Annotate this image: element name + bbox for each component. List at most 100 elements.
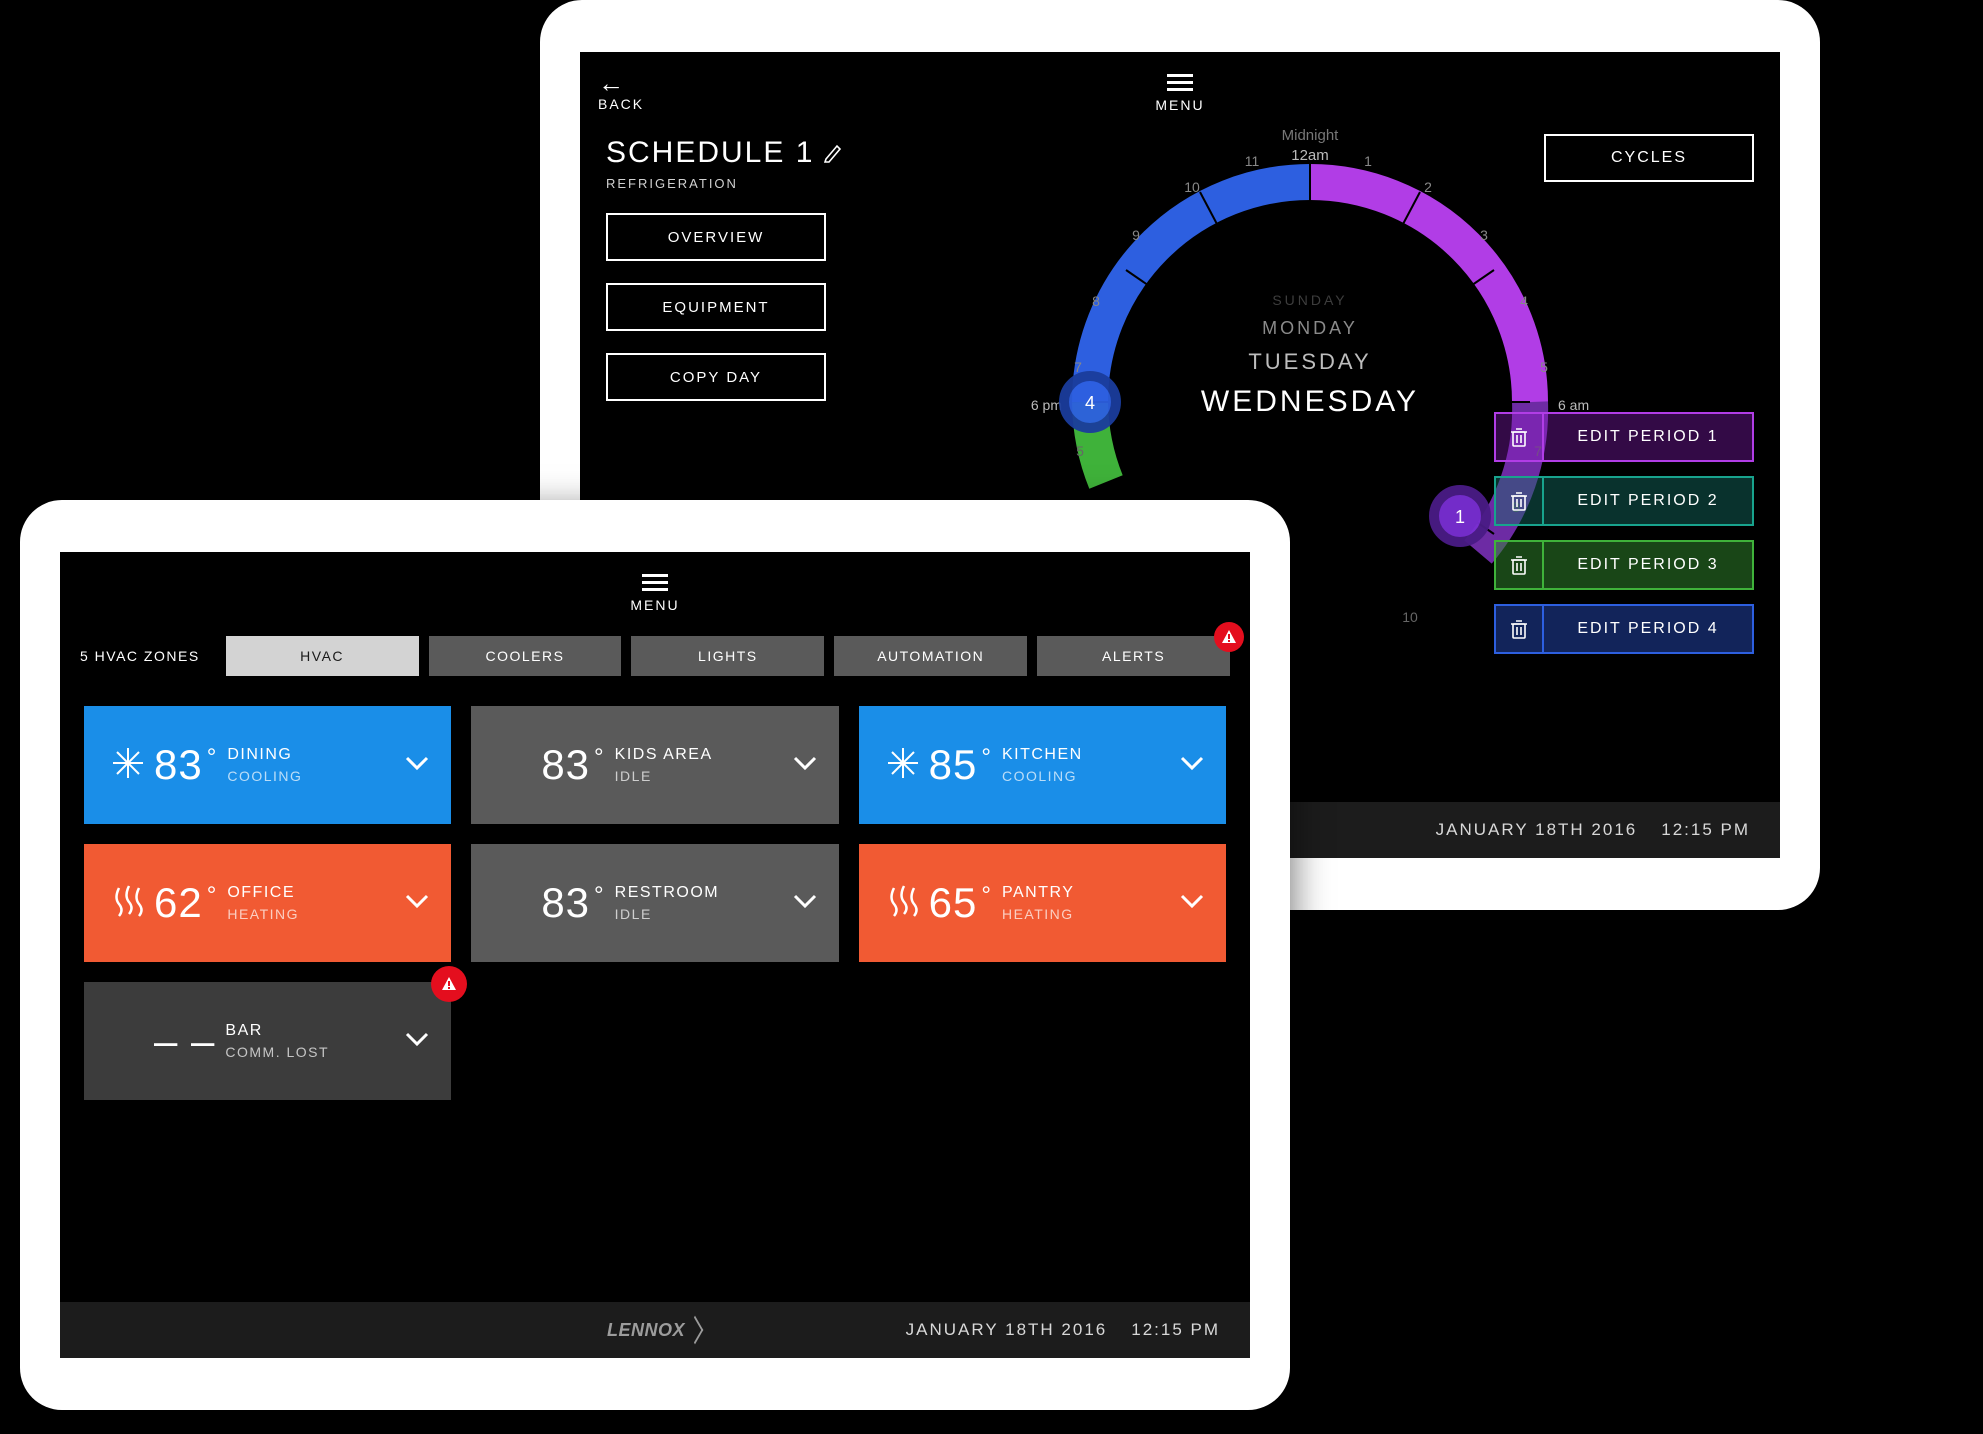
tabs-row: 5 HVAC ZONES HVACCOOLERSLIGHTSAUTOMATION… xyxy=(60,632,1250,686)
schedule-subtitle: REFRIGERATION xyxy=(606,176,866,191)
day-option[interactable]: SUNDAY xyxy=(1201,292,1419,308)
day-selected[interactable]: WEDNESDAY xyxy=(1201,385,1419,419)
status-time: 12:15 PM xyxy=(1131,1320,1220,1340)
zone-card-dining[interactable]: 83°DININGCOOLING xyxy=(84,706,451,824)
tablet-zones: MENU 5 HVAC ZONES HVACCOOLERSLIGHTSAUTOM… xyxy=(20,500,1290,1410)
svg-text:8: 8 xyxy=(1092,293,1100,309)
svg-text:4: 4 xyxy=(1085,393,1095,413)
day-option[interactable]: MONDAY xyxy=(1201,318,1419,339)
tab-automation[interactable]: AUTOMATION xyxy=(834,636,1027,676)
day-option[interactable]: TUESDAY xyxy=(1201,349,1419,375)
svg-text:6 pm: 6 pm xyxy=(1031,397,1062,413)
chevron-down-icon xyxy=(1180,889,1204,918)
zone-name: KITCHEN xyxy=(1002,746,1083,764)
zone-card-kids-area[interactable]: 83°KIDS AREAIDLE xyxy=(471,706,838,824)
delete-period-button[interactable] xyxy=(1496,478,1544,524)
heat-icon xyxy=(881,884,925,923)
back-button[interactable]: ← BACK xyxy=(598,70,644,112)
svg-text:6 am: 6 am xyxy=(1558,397,1589,413)
chevron-down-icon xyxy=(405,889,429,918)
back-arrow-icon: ← xyxy=(598,70,644,96)
zone-status: COOLING xyxy=(1002,768,1083,784)
cycles-button[interactable]: CYCLES xyxy=(1544,134,1754,182)
svg-text:12am: 12am xyxy=(1291,147,1329,164)
menu-button[interactable]: MENU xyxy=(630,570,679,613)
zone-card-restroom[interactable]: 83° RESTROOM IDLE xyxy=(471,844,838,962)
zone-name: DINING xyxy=(227,746,302,764)
svg-text:11: 11 xyxy=(1245,153,1260,169)
zone-temp: 62° xyxy=(154,879,217,927)
brand-logo: LENNOX xyxy=(607,1320,703,1341)
svg-text:4: 4 xyxy=(1520,293,1528,309)
svg-text:5: 5 xyxy=(1540,359,1548,375)
status-bar: LENNOX JANUARY 18TH 2016 12:15 PM xyxy=(60,1302,1250,1358)
zone-status: HEATING xyxy=(227,906,299,922)
delete-period-button[interactable] xyxy=(1496,542,1544,588)
zone-temp: 83° xyxy=(541,879,604,927)
menu-icon xyxy=(1167,74,1193,91)
svg-text:Midnight: Midnight xyxy=(1282,127,1340,144)
zone-status: IDLE xyxy=(615,906,719,922)
zone-card-office[interactable]: 62° OFFICE HEATING xyxy=(84,844,451,962)
header: ← BACK MENU xyxy=(580,52,1780,132)
equipment-button[interactable]: EQUIPMENT xyxy=(606,283,826,331)
status-date: JANUARY 18TH 2016 xyxy=(906,1320,1108,1340)
menu-button[interactable]: MENU xyxy=(1155,70,1204,113)
svg-text:1: 1 xyxy=(1455,507,1465,527)
copy-day-button[interactable]: COPY DAY xyxy=(606,353,826,401)
period-label: EDIT PERIOD 1 xyxy=(1544,428,1752,446)
svg-text:10: 10 xyxy=(1184,179,1200,195)
zone-name: BAR xyxy=(225,1022,329,1040)
status-date: JANUARY 18TH 2016 xyxy=(1436,820,1638,840)
tab-coolers[interactable]: COOLERS xyxy=(429,636,622,676)
back-label: BACK xyxy=(598,96,644,112)
zone-card-pantry[interactable]: 65° PANTRY HEATING xyxy=(859,844,1226,962)
alert-badge-icon xyxy=(1214,622,1244,652)
zone-card-bar[interactable]: – – BAR COMM. LOST xyxy=(84,982,451,1100)
edit-period-button[interactable]: EDIT PERIOD 4 xyxy=(1494,604,1754,654)
svg-text:5: 5 xyxy=(1076,443,1084,459)
period-label: EDIT PERIOD 4 xyxy=(1544,620,1752,638)
status-time: 12:15 PM xyxy=(1661,820,1750,840)
zone-card-kitchen[interactable]: 85° KITCHEN COOLING xyxy=(859,706,1226,824)
menu-icon xyxy=(642,574,668,591)
zone-name: PANTRY xyxy=(1002,884,1074,902)
delete-period-button[interactable] xyxy=(1496,606,1544,652)
chevron-down-icon xyxy=(405,1027,429,1056)
zone-temp: – – xyxy=(154,1017,215,1065)
zone-name: RESTROOM xyxy=(615,884,719,902)
tab-lights[interactable]: LIGHTS xyxy=(631,636,824,676)
delete-period-button[interactable] xyxy=(1496,414,1544,460)
snow-icon xyxy=(881,746,925,785)
svg-text:10: 10 xyxy=(1402,609,1418,625)
heat-icon xyxy=(106,884,150,923)
svg-text:2: 2 xyxy=(1424,179,1432,195)
snow-icon xyxy=(106,746,150,785)
zone-status: COMM. LOST xyxy=(225,1044,329,1060)
zone-temp: 83° xyxy=(541,741,604,789)
zone-status: HEATING xyxy=(1002,906,1074,922)
header: MENU xyxy=(60,552,1250,632)
edit-icon xyxy=(824,143,844,163)
overview-button[interactable]: OVERVIEW xyxy=(606,213,826,261)
period-label: EDIT PERIOD 2 xyxy=(1544,492,1752,510)
schedule-title[interactable]: SCHEDULE 1 xyxy=(606,136,866,170)
edit-period-button[interactable]: EDIT PERIOD 2 xyxy=(1494,476,1754,526)
zone-temp: 83° xyxy=(154,741,217,789)
chevron-down-icon xyxy=(793,889,817,918)
zone-temp: 85° xyxy=(929,741,992,789)
chevron-down-icon xyxy=(1180,751,1204,780)
period-label: EDIT PERIOD 3 xyxy=(1544,556,1752,574)
svg-text:3: 3 xyxy=(1480,227,1488,243)
menu-label: MENU xyxy=(1155,97,1204,113)
zone-name: OFFICE xyxy=(227,884,299,902)
tab-alerts[interactable]: ALERTS xyxy=(1037,636,1230,676)
svg-text:1: 1 xyxy=(1364,153,1372,169)
zone-name: KIDS AREA xyxy=(615,746,713,764)
edit-period-button[interactable]: EDIT PERIOD 3 xyxy=(1494,540,1754,590)
tab-hvac[interactable]: HVAC xyxy=(226,636,419,676)
edit-period-button[interactable]: EDIT PERIOD 1 xyxy=(1494,412,1754,462)
day-picker[interactable]: SUNDAY MONDAY TUESDAY WEDNESDAY xyxy=(1201,282,1419,429)
alert-badge-icon xyxy=(431,966,467,1002)
zone-temp: 65° xyxy=(929,879,992,927)
